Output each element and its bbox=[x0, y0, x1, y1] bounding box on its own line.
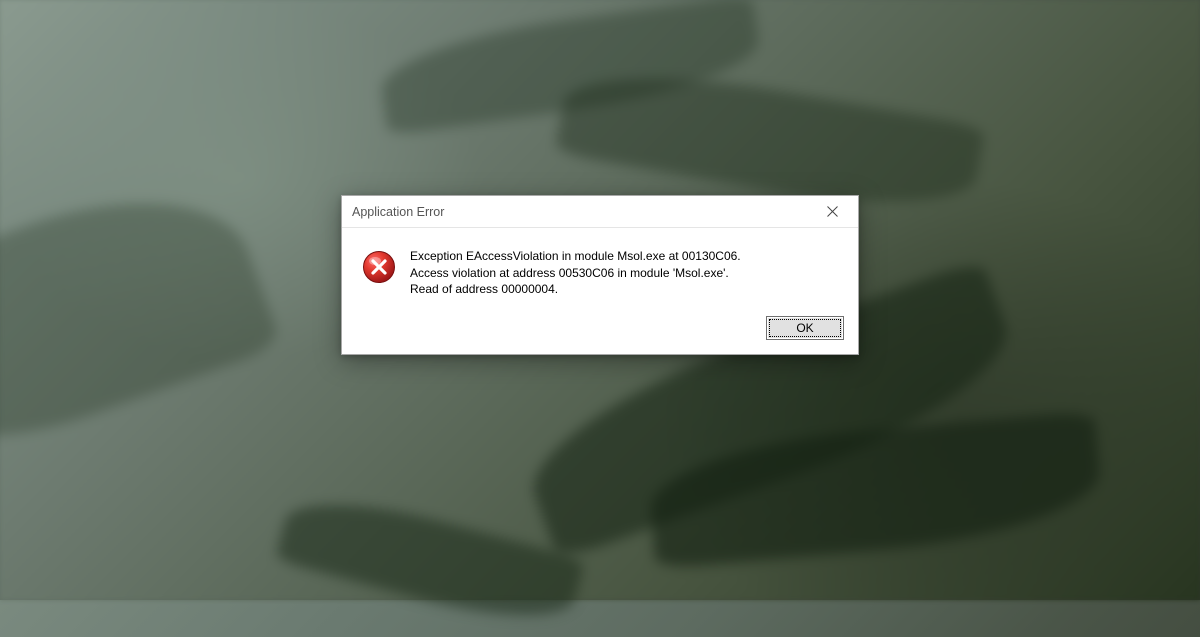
ok-button[interactable]: OK bbox=[766, 316, 844, 340]
error-message-line: Access violation at address 00530C06 in … bbox=[410, 265, 741, 282]
error-dialog: Application Error bbox=[341, 195, 859, 355]
error-message-line: Exception EAccessViolation in module Mso… bbox=[410, 248, 741, 265]
dialog-titlebar[interactable]: Application Error bbox=[342, 196, 858, 228]
wallpaper-decoration bbox=[0, 158, 282, 483]
dialog-body: Exception EAccessViolation in module Mso… bbox=[342, 228, 858, 308]
close-icon bbox=[827, 206, 838, 217]
error-message: Exception EAccessViolation in module Mso… bbox=[410, 248, 741, 298]
close-button[interactable] bbox=[812, 199, 852, 225]
dialog-footer: OK bbox=[342, 308, 858, 354]
error-message-line: Read of address 00000004. bbox=[410, 281, 741, 298]
error-icon bbox=[362, 250, 396, 284]
dialog-title: Application Error bbox=[352, 205, 444, 219]
